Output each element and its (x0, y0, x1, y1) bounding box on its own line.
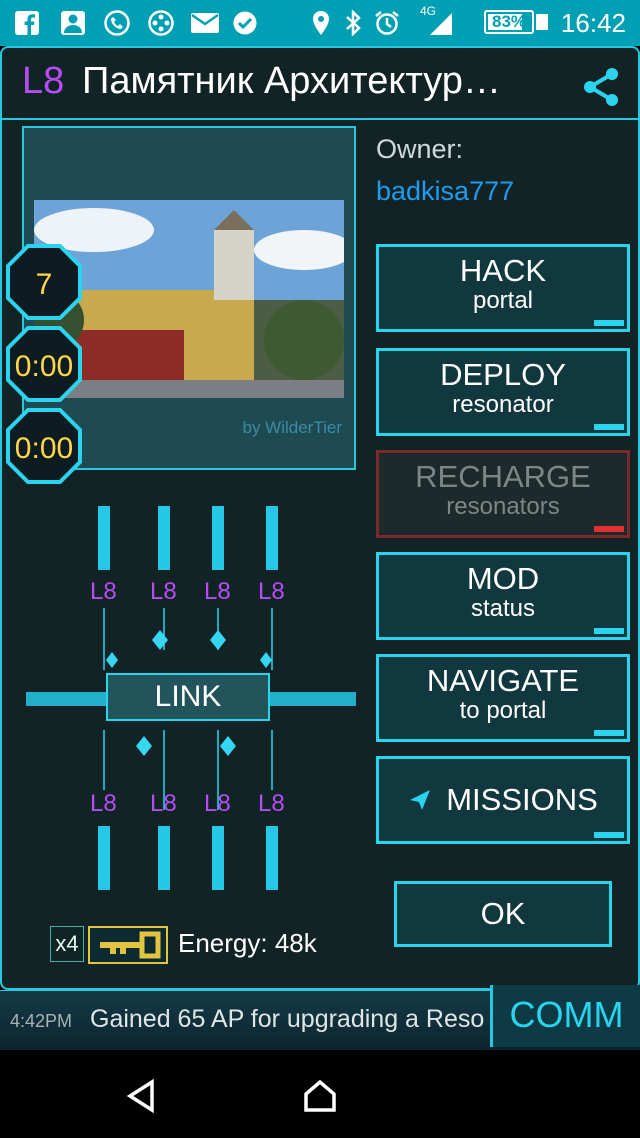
comm-message: Gained 65 AP for upgrading a Reso (90, 1005, 485, 1033)
alarm-icon (375, 11, 399, 35)
timer-1: 0:00 (14, 350, 74, 383)
back-icon[interactable] (124, 1078, 160, 1114)
phone-icon (104, 10, 130, 36)
portal-title: Памятник Архитектур… (82, 60, 501, 102)
deploy-label: DEPLOY (440, 357, 566, 392)
hack-label: HACK (459, 253, 547, 288)
energy-readout: Energy: 48k (178, 928, 317, 958)
missions-button[interactable]: MISSIONS (376, 756, 630, 844)
recharge-button[interactable]: RECHARGE resonators (376, 450, 630, 538)
comm-bar[interactable]: 4:42PM Gained 65 AP for upgrading a Reso… (0, 985, 640, 1050)
mod-label: MOD (466, 561, 540, 596)
navigation-bar (0, 1050, 640, 1138)
comm-button[interactable]: COMM (490, 985, 640, 1047)
portal-level: L8 (22, 60, 65, 102)
key-inventory: x4 Energy: 48k (50, 926, 350, 964)
person-icon (61, 11, 85, 35)
owner-name[interactable]: badkisa777 (376, 176, 514, 207)
recharge-sublabel: resonators (446, 493, 560, 520)
resonator-level[interactable]: L8 (90, 578, 117, 606)
mod-sublabel: status (470, 595, 536, 622)
button-corner (594, 526, 624, 532)
resonator-level[interactable]: L8 (204, 790, 231, 818)
button-corner (594, 320, 624, 326)
link-button[interactable]: LINK (106, 673, 270, 721)
battery-charge-icon (536, 14, 548, 30)
film-icon (148, 10, 174, 36)
navigation-arrow-icon (410, 790, 431, 810)
button-corner (594, 424, 624, 430)
recharge-label: RECHARGE (415, 459, 591, 494)
battery-percent: 83% (491, 12, 527, 31)
mod-button[interactable]: MOD status (376, 552, 630, 640)
status-bar: 4G 83% 16:42 (0, 0, 640, 46)
signal-icon (430, 13, 452, 35)
resonator-level[interactable]: L8 (150, 790, 177, 818)
deploy-sublabel: resonator (452, 391, 554, 418)
resonator-level[interactable]: L8 (150, 578, 177, 606)
check-icon (233, 11, 257, 35)
resonator-level[interactable]: L8 (258, 790, 285, 818)
button-corner (594, 628, 624, 634)
bluetooth-icon (346, 10, 361, 36)
timer-2: 0:00 (14, 432, 74, 465)
button-corner (594, 832, 624, 838)
navigate-sublabel: to portal (459, 697, 547, 724)
home-icon[interactable] (302, 1078, 338, 1114)
portal-panel: L8 Памятник Архитектур… by WilderTier 7 … (0, 46, 640, 990)
portal-key-button[interactable] (88, 926, 168, 964)
portal-title-bar: L8 Памятник Архитектур… (2, 48, 638, 120)
timer-badge-2[interactable]: 0:00 (6, 408, 82, 484)
share-icon[interactable] (580, 66, 622, 108)
hack-sublabel: portal (472, 287, 534, 314)
navigate-label: NAVIGATE (426, 663, 580, 698)
resonator-level[interactable]: L8 (204, 578, 231, 606)
hack-button[interactable]: HACK portal (376, 244, 630, 332)
battery-icon: 83% (484, 10, 534, 34)
missions-label: MISSIONS (446, 782, 598, 817)
navigate-button[interactable]: NAVIGATE to portal (376, 654, 630, 742)
ok-button[interactable]: OK (394, 881, 612, 947)
deploy-button[interactable]: DEPLOY resonator (376, 348, 630, 436)
timer-badge-1[interactable]: 0:00 (6, 326, 82, 402)
mod-count-badge[interactable]: 7 (6, 244, 82, 320)
mod-count: 7 (35, 268, 53, 301)
key-icon (100, 931, 161, 959)
resonator-level[interactable]: L8 (90, 790, 117, 818)
clock: 16:42 (560, 8, 626, 38)
mail-icon (191, 13, 219, 33)
button-corner (594, 730, 624, 736)
key-count: x4 (50, 926, 84, 962)
comm-timestamp: 4:42PM (10, 1011, 73, 1031)
location-icon (313, 11, 329, 35)
owner-label: Owner: (376, 134, 464, 164)
facebook-icon (15, 11, 39, 36)
photo-credit: by WilderTier (242, 418, 343, 437)
resonator-level[interactable]: L8 (258, 578, 285, 606)
